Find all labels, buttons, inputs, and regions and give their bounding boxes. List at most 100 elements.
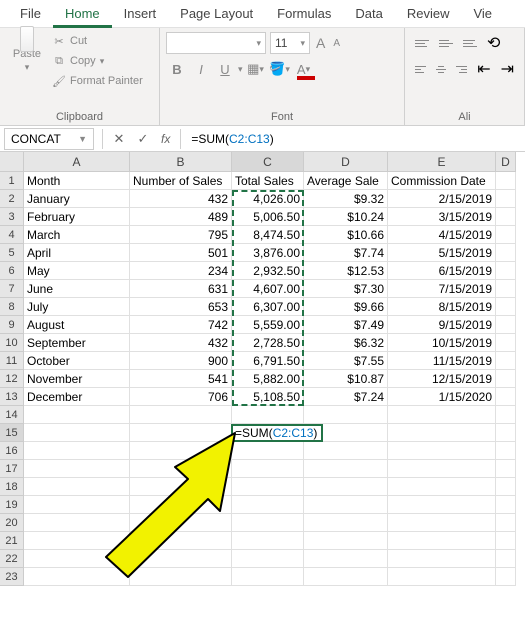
cell[interactable] (304, 406, 388, 424)
decrease-font-button[interactable]: A (331, 38, 342, 49)
cell[interactable]: 653 (130, 298, 232, 316)
cell[interactable] (496, 496, 516, 514)
cell[interactable] (232, 442, 304, 460)
cell[interactable] (304, 460, 388, 478)
cell[interactable] (388, 550, 496, 568)
cell[interactable]: 8,474.50 (232, 226, 304, 244)
cell[interactable] (496, 478, 516, 496)
cell[interactable] (496, 226, 516, 244)
bold-button[interactable]: B (166, 58, 188, 80)
cell[interactable] (130, 442, 232, 460)
formula-input[interactable]: =SUM(C2:C13) (185, 132, 525, 146)
col-header-c[interactable]: C (232, 152, 304, 172)
select-all-corner[interactable] (0, 152, 24, 172)
cell[interactable]: 5,108.50 (232, 388, 304, 406)
cell[interactable]: 489 (130, 208, 232, 226)
cell[interactable] (232, 550, 304, 568)
name-box[interactable]: CONCAT▼ (4, 128, 94, 150)
underline-button[interactable]: U (214, 58, 236, 80)
cell[interactable] (496, 442, 516, 460)
cell[interactable] (496, 334, 516, 352)
row-header-2[interactable]: 2 (0, 190, 24, 208)
cell[interactable]: $10.66 (304, 226, 388, 244)
cell[interactable]: 8/15/2019 (388, 298, 496, 316)
row-header-7[interactable]: 7 (0, 280, 24, 298)
cell[interactable] (496, 460, 516, 478)
worksheet-grid[interactable]: A B C D E D 1234567891011121314151617181… (0, 152, 525, 632)
cell[interactable]: $6.32 (304, 334, 388, 352)
cell[interactable]: August (24, 316, 130, 334)
cell[interactable] (496, 298, 516, 316)
row-header-14[interactable]: 14 (0, 406, 24, 424)
orientation-button[interactable]: ⟲ (483, 32, 505, 54)
cell[interactable] (24, 568, 130, 586)
cell[interactable] (496, 208, 516, 226)
cell[interactable]: 706 (130, 388, 232, 406)
cell[interactable] (496, 280, 516, 298)
tab-formulas[interactable]: Formulas (265, 0, 343, 28)
cell[interactable]: $10.87 (304, 370, 388, 388)
cell[interactable]: April (24, 244, 130, 262)
row-header-3[interactable]: 3 (0, 208, 24, 226)
cell[interactable]: 541 (130, 370, 232, 388)
cell[interactable]: 9/15/2019 (388, 316, 496, 334)
cell[interactable] (388, 460, 496, 478)
cell[interactable] (232, 532, 304, 550)
cancel-formula-button[interactable]: ✕ (107, 131, 131, 147)
cell[interactable]: 795 (130, 226, 232, 244)
increase-font-button[interactable]: A (314, 35, 327, 51)
col-header-b[interactable]: B (130, 152, 232, 172)
italic-button[interactable]: I (190, 58, 212, 80)
cell[interactable]: 6,307.00 (232, 298, 304, 316)
cell-header[interactable]: Commission Date (388, 172, 496, 190)
align-center-button[interactable] (432, 58, 451, 80)
cell[interactable]: $10.24 (304, 208, 388, 226)
cell[interactable] (130, 460, 232, 478)
cell[interactable] (24, 442, 130, 460)
cell[interactable] (130, 532, 232, 550)
align-right-button[interactable] (452, 58, 471, 80)
align-top-button[interactable] (411, 32, 433, 54)
cell[interactable]: December (24, 388, 130, 406)
indent-decrease-button[interactable]: ⇤ (473, 58, 494, 80)
cell[interactable]: $7.30 (304, 280, 388, 298)
border-button[interactable]: ▦▾ (245, 58, 267, 80)
row-header-6[interactable]: 6 (0, 262, 24, 280)
cell[interactable]: September (24, 334, 130, 352)
cell[interactable]: $7.24 (304, 388, 388, 406)
cell[interactable] (24, 532, 130, 550)
cell[interactable] (130, 568, 232, 586)
cell[interactable] (304, 550, 388, 568)
format-painter-button[interactable]: 🖌Format Painter (52, 72, 143, 90)
cell[interactable]: 11/15/2019 (388, 352, 496, 370)
align-left-button[interactable] (411, 58, 430, 80)
cell[interactable] (130, 406, 232, 424)
cell[interactable] (496, 244, 516, 262)
tab-review[interactable]: Review (395, 0, 462, 28)
tab-data[interactable]: Data (343, 0, 394, 28)
cell[interactable] (304, 478, 388, 496)
col-header-e[interactable]: E (388, 152, 496, 172)
cell[interactable] (130, 478, 232, 496)
cell[interactable] (304, 568, 388, 586)
cell[interactable]: 5,882.00 (232, 370, 304, 388)
cell[interactable] (388, 514, 496, 532)
cell[interactable] (130, 424, 232, 442)
cell[interactable]: March (24, 226, 130, 244)
cell[interactable]: $9.32 (304, 190, 388, 208)
cell[interactable]: May (24, 262, 130, 280)
cell[interactable] (232, 568, 304, 586)
cell[interactable] (496, 406, 516, 424)
cell[interactable] (24, 406, 130, 424)
tab-page-layout[interactable]: Page Layout (168, 0, 265, 28)
cell-header[interactable]: Total Sales (232, 172, 304, 190)
cell[interactable] (388, 496, 496, 514)
cell[interactable]: 12/15/2019 (388, 370, 496, 388)
cell[interactable]: 2,728.50 (232, 334, 304, 352)
cell[interactable] (496, 352, 516, 370)
cell[interactable] (496, 424, 516, 442)
font-name-select[interactable]: ▾ (166, 32, 266, 54)
font-size-select[interactable]: 11▾ (270, 32, 310, 54)
cell[interactable] (232, 496, 304, 514)
col-header-a[interactable]: A (24, 152, 130, 172)
